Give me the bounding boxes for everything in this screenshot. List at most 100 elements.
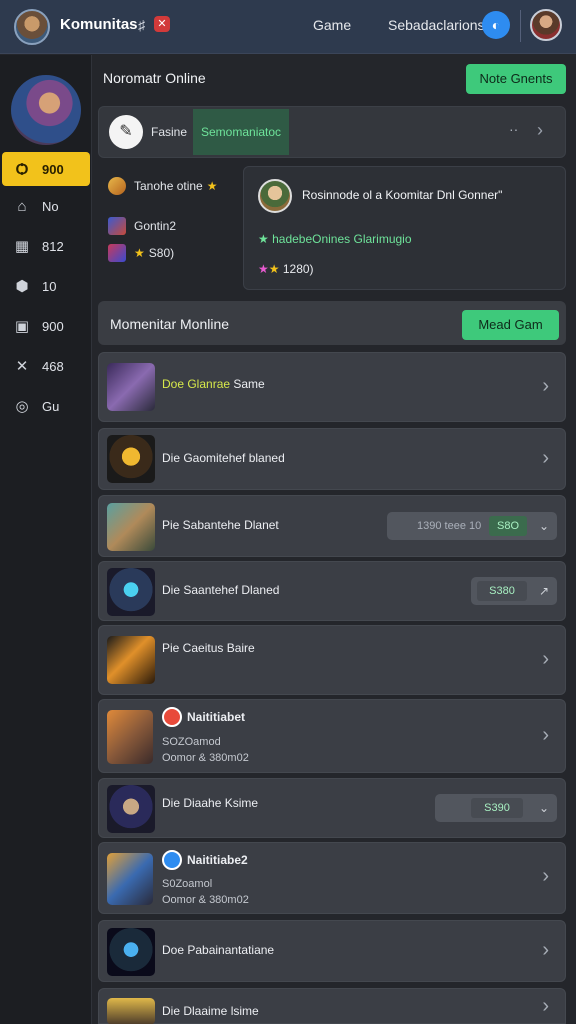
star-icon: ★	[258, 262, 269, 276]
rating-pill[interactable]: 1390 teee 10 S8O ⌄	[387, 512, 557, 540]
chevron-right-icon[interactable]: ›	[542, 865, 549, 888]
rating-pill[interactable]: S380 ↗	[471, 577, 557, 605]
chevron-right-icon[interactable]: ›	[542, 995, 549, 1018]
sidebar-item-battle[interactable]: ✕ 468	[2, 349, 90, 383]
top-bar: Komunitas ♯ ✕ Game Sebadaclarions ◐	[0, 0, 576, 54]
chevron-right-icon[interactable]: ›	[537, 120, 543, 141]
game-thumbnail	[107, 710, 153, 764]
list-item-title: Die Diaahe Ksime	[162, 796, 259, 810]
left-card-row[interactable]: ★ S80)	[108, 244, 174, 262]
profile-avatar[interactable]	[11, 75, 81, 145]
sidebar-item-shield[interactable]: ⬢ 10	[2, 269, 90, 303]
search-bar: ✎ Fasine Semomaniatoc ·· ›	[98, 106, 566, 158]
pill-value: S8O	[489, 516, 527, 536]
header-divider	[520, 10, 521, 42]
sidebar-item-label: Gu	[42, 398, 60, 414]
star-icon: ★	[268, 262, 283, 276]
arrow-icon[interactable]: ↗	[539, 577, 549, 605]
chevron-right-icon[interactable]: ›	[542, 939, 549, 962]
list-item[interactable]: Pie Caeitus Baire ›	[98, 625, 566, 695]
game-thumbnail	[107, 928, 155, 976]
wrench-icon[interactable]: ✎	[109, 115, 143, 149]
game-thumbnail	[107, 853, 153, 905]
list-item-title: Pie Caeitus Baire	[162, 641, 255, 655]
list-item-title: Naititiabet	[187, 710, 246, 724]
game-thumbnail	[107, 363, 155, 411]
featured-rating: ★★ 1280)	[258, 262, 314, 276]
pill-text: 1390 teee 10	[417, 520, 482, 532]
featured-card[interactable]: Rosinnode ol a Koomitar Dnl Gonner" ★ ha…	[243, 166, 566, 290]
coin-icon: Ѻ	[15, 160, 29, 178]
star-icon: ★	[258, 232, 273, 246]
hexagon-icon: ⬢	[15, 278, 29, 295]
chevron-right-icon[interactable]: ›	[542, 724, 549, 747]
sidebar-item-label: No	[42, 198, 59, 214]
list-item-title: Naititiabe2	[187, 853, 248, 867]
sidebar-item-label: 900	[42, 318, 64, 334]
chevron-right-icon[interactable]: ›	[542, 375, 549, 398]
sidebar-item-home[interactable]: Ѻ 900	[2, 152, 90, 186]
pill-value: S390	[471, 798, 523, 818]
user-avatar[interactable]	[530, 9, 562, 41]
sidebar-item-gallery[interactable]: ▦ 812	[2, 229, 90, 263]
list-item-meta: Oomor & 380m02	[162, 752, 249, 764]
list-item[interactable]: Die Diaahe Ksime S390 ⌄	[98, 778, 566, 838]
list-item-title: Die Gaomitehef blaned	[162, 451, 285, 465]
rating-pill[interactable]: S390 ⌄	[435, 794, 557, 822]
game-icon	[108, 217, 126, 235]
game-icon	[108, 244, 126, 262]
nav-game-link[interactable]: Game	[313, 17, 351, 33]
list-item[interactable]: Naititiabet SOZOamod Oomor & 380m02 ›	[98, 699, 566, 773]
list-item[interactable]: Die Gaomitehef blaned ›	[98, 428, 566, 490]
featured-subtitle-text: hadebeOnines Glarimugio	[272, 232, 412, 246]
app-title: Komunitas	[60, 16, 138, 33]
game-thumbnail	[107, 568, 155, 616]
list-item[interactable]: Die Saantehef Dlaned S380 ↗	[98, 561, 566, 621]
list-item[interactable]: Die Dlaaime lsime ›	[98, 988, 566, 1024]
notification-badge[interactable]: ✕	[154, 16, 170, 32]
section-title: Momenitar Monline	[110, 316, 230, 332]
target-icon: ◎	[15, 398, 29, 415]
page-title: Noromatr Online	[103, 70, 206, 86]
note-button[interactable]: Note Gnents	[466, 64, 566, 94]
featured-rating-value: 1280)	[282, 262, 314, 276]
left-card-title: Tanohe otine	[134, 179, 203, 193]
dots-icon[interactable]: ··	[509, 121, 518, 137]
left-card-row-label: Gontin2	[134, 219, 177, 233]
list-item-title: Doe Glanrae Same	[162, 377, 265, 391]
status-icon[interactable]: ◐	[482, 11, 510, 39]
hash-icon[interactable]: ♯	[138, 17, 145, 33]
chevron-down-icon[interactable]: ⌄	[539, 512, 549, 540]
featured-avatar	[258, 179, 292, 213]
sidebar: Ѻ 900 ⌂ No ▦ 812 ⬢ 10 ▣ 900 ✕ 468 ◎ Gu	[0, 55, 92, 1024]
game-thumbnail	[107, 435, 155, 483]
game-thumbnail	[107, 998, 155, 1024]
trophy-icon	[108, 177, 126, 195]
sidebar-item-target[interactable]: ◎ Gu	[2, 389, 90, 423]
game-thumbnail	[107, 636, 155, 684]
list-item-subtitle: S0Zoamol	[162, 878, 213, 890]
chevron-right-icon[interactable]: ›	[542, 447, 549, 470]
list-item-title-highlight: Doe Glanrae	[162, 377, 231, 391]
sidebar-item-screen[interactable]: ▣ 900	[2, 309, 90, 343]
featured-title: Rosinnode ol a Koomitar Dnl Gonner"	[302, 188, 503, 202]
nav-sub-link[interactable]: Sebadaclarions	[388, 17, 485, 33]
list-item-title: Doe Pabainantatiane	[162, 943, 275, 957]
search-label: Fasine	[151, 125, 188, 139]
list-item[interactable]: Pie Sabantehe Dlanet 1390 teee 10 S8O ⌄	[98, 495, 566, 557]
search-input[interactable]: Semomaniatoc	[193, 109, 289, 155]
sidebar-item-no[interactable]: ⌂ No	[2, 189, 90, 223]
list-item[interactable]: Doe Pabainantatiane ›	[98, 920, 566, 982]
left-card-row[interactable]: Gontin2	[108, 217, 176, 235]
mead-game-button[interactable]: Mead Gam	[462, 310, 559, 340]
list-item[interactable]: Doe Glanrae Same ›	[98, 352, 566, 422]
list-item-subtitle: SOZOamod	[162, 736, 221, 748]
list-item[interactable]: Naititiabe2 S0Zoamol Oomor & 380m02 ›	[98, 842, 566, 914]
screen-icon: ▣	[14, 318, 30, 335]
house-icon: ⌂	[17, 197, 27, 215]
app-logo[interactable]	[14, 9, 50, 45]
list-item-title: Pie Sabantehe Dlanet	[162, 518, 279, 532]
pill-value: S380	[477, 581, 527, 601]
chevron-right-icon[interactable]: ›	[542, 648, 549, 671]
chevron-down-icon[interactable]: ⌄	[539, 794, 549, 822]
